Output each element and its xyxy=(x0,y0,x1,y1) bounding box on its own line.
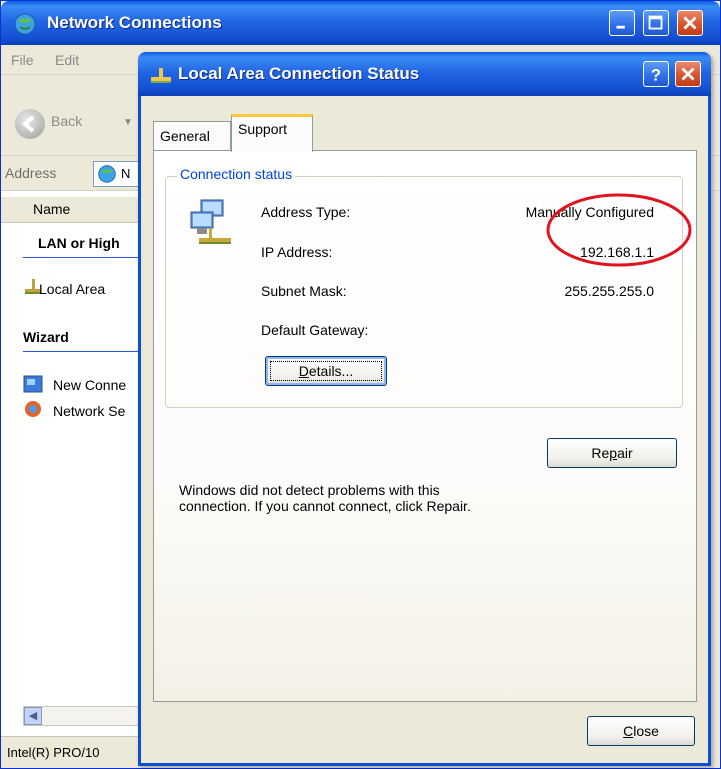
help-button[interactable]: ? xyxy=(643,61,669,87)
new-connection-wizard-icon xyxy=(23,375,43,393)
list-item-new-connection[interactable]: New Conne xyxy=(53,377,126,393)
network-computers-icon xyxy=(190,199,231,244)
svg-text:?: ? xyxy=(651,65,661,84)
details-button[interactable]: Details... xyxy=(265,356,387,386)
close-icon xyxy=(681,67,695,81)
focus-rectangle xyxy=(270,361,382,381)
address-type-label: Address Type: xyxy=(261,204,351,220)
dialog-titlebar[interactable]: Local Area Connection Status ? xyxy=(138,52,711,96)
minimize-button[interactable] xyxy=(609,10,635,36)
dialog-close-x-button[interactable] xyxy=(675,61,701,87)
list-item-network-setup[interactable]: Network Se xyxy=(53,403,125,419)
subnet-mask-label: Subnet Mask: xyxy=(261,283,347,299)
horizontal-scrollbar[interactable] xyxy=(23,706,153,726)
minimize-icon xyxy=(616,25,625,29)
list-item-local-area[interactable]: Local Area xyxy=(39,281,105,297)
file-list xyxy=(1,191,153,736)
connection-status-group-title: Connection status xyxy=(177,166,296,182)
lan-connection-icon xyxy=(151,68,171,83)
diagnostic-message: Windows did not detect problems with thi… xyxy=(179,482,471,514)
back-button-label[interactable]: Back xyxy=(51,113,82,129)
address-label: Address xyxy=(5,165,57,181)
address-type-value: Manually Configured xyxy=(525,204,654,220)
ip-address-value: 192.168.1.1 xyxy=(580,244,654,260)
bg-window-title: Network Connections xyxy=(47,13,222,32)
column-header-name[interactable] xyxy=(1,197,153,223)
tab-support[interactable]: Support xyxy=(231,114,313,152)
menu-file[interactable]: File xyxy=(11,52,34,68)
tab-general[interactable]: General xyxy=(153,121,231,151)
menu-edit[interactable]: Edit xyxy=(55,52,79,68)
scroll-left-icon[interactable]: ◀ xyxy=(24,707,42,725)
group-header-lan: LAN or High xyxy=(38,235,120,251)
repair-button[interactable]: Repair xyxy=(547,438,677,468)
bg-titlebar[interactable]: Network Connections xyxy=(1,1,720,45)
back-arrow-icon[interactable] xyxy=(15,109,45,139)
ip-address-label: IP Address: xyxy=(261,244,333,260)
column-header-label: Name xyxy=(33,201,71,217)
group-divider xyxy=(23,257,153,258)
status-text: Intel(R) PRO/10 xyxy=(7,745,100,760)
close-icon xyxy=(683,16,697,30)
address-value: N xyxy=(121,166,131,181)
dialog-title: Local Area Connection Status xyxy=(178,64,420,83)
network-setup-icon xyxy=(25,401,41,417)
bg-close-button[interactable] xyxy=(677,10,703,36)
network-connections-icon xyxy=(98,165,116,183)
group-divider xyxy=(23,351,153,352)
close-button[interactable]: Close xyxy=(587,716,695,746)
network-connections-icon xyxy=(14,13,36,35)
chevron-down-icon[interactable]: ▼ xyxy=(123,117,133,128)
group-header-wizard: Wizard xyxy=(23,329,69,345)
subnet-mask-value: 255.255.255.0 xyxy=(564,283,654,299)
default-gateway-label: Default Gateway: xyxy=(261,322,369,338)
help-icon: ? xyxy=(651,65,661,84)
maximize-button[interactable] xyxy=(643,10,669,36)
maximize-icon xyxy=(648,15,663,30)
connection-status-dialog: Local Area Connection Status ? General S… xyxy=(138,52,711,766)
